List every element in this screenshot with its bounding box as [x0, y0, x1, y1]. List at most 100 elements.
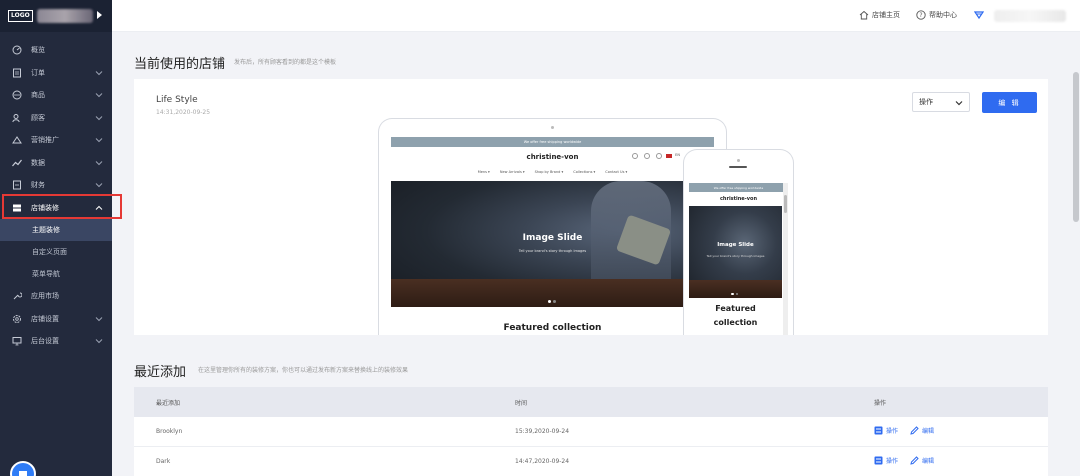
customers-icon	[12, 113, 22, 123]
help-center-link[interactable]: ? 帮助中心	[916, 10, 957, 20]
slide-dots	[731, 292, 738, 295]
theme-name-cell: Brooklyn	[156, 428, 183, 435]
sidebar-item-products[interactable]: 商品	[0, 84, 112, 107]
sidebar-item-admin-settings[interactable]: 后台设置	[0, 330, 112, 353]
theme-name: Life Style	[156, 95, 198, 105]
edit-theme-button[interactable]: 编 辑	[982, 92, 1037, 113]
table-row: Dark 14:47,2020-09-24 操作 编辑	[134, 447, 1048, 476]
chat-icon	[19, 471, 27, 476]
current-theme-title: 当前使用的店铺	[134, 57, 226, 72]
store-header: christine-von	[689, 192, 788, 206]
svg-text:?: ?	[919, 12, 922, 19]
slide-dot	[735, 292, 738, 295]
sidebar-item-label: 应用市场	[31, 292, 59, 301]
promo-bar: We offer free shipping worldwide	[689, 183, 788, 192]
logo: LOGO	[8, 10, 33, 22]
chat-support-button[interactable]	[10, 461, 36, 476]
page-scrollbar[interactable]	[1072, 32, 1080, 476]
sidebar-subitem-label: 菜单导航	[32, 270, 60, 278]
store-home-link[interactable]: 店铺主页	[859, 10, 900, 20]
current-theme-desc: 发布后，所有顾客看到的都是这个模板	[234, 59, 337, 66]
edit-label: 编辑	[921, 458, 934, 465]
chevron-down-icon	[95, 93, 103, 98]
sidebar-item-label: 后台设置	[31, 337, 59, 346]
header-icons	[632, 153, 662, 159]
sidebar-item-marketing[interactable]: 营销推广	[0, 129, 112, 152]
hero-subtitle: Tell your brand's story through images	[706, 254, 765, 258]
finance-icon	[12, 180, 22, 190]
sidebar-subitem-menu-nav[interactable]: 菜单导航	[0, 263, 112, 285]
sidebar-item-label: 店铺设置	[31, 314, 59, 323]
chevron-down-icon	[955, 101, 963, 106]
sidebar-item-store-settings[interactable]: 店铺设置	[0, 308, 112, 331]
edit-button[interactable]: 编辑	[910, 426, 934, 435]
chevron-down-icon	[95, 316, 103, 321]
hero-floor	[689, 280, 782, 298]
sidebar-item-overview[interactable]: 概览	[0, 39, 112, 62]
store-header: christine-von EN	[391, 147, 714, 167]
search-icon	[632, 153, 638, 159]
edit-label: 编辑	[921, 428, 934, 435]
promo-bar: We offer free shipping worldwide	[391, 137, 714, 147]
orders-icon	[12, 68, 22, 78]
user-account-blurred[interactable]	[994, 10, 1066, 22]
store-home-label: 店铺主页	[872, 11, 900, 19]
store-nav-item: New Arrivals ▾	[499, 170, 525, 174]
chevron-down-icon	[95, 138, 103, 143]
chevron-down-icon	[95, 183, 103, 188]
recent-desc: 在这里管理你所有的装修方案，你也可以通过发布新方案来替换线上的装修效果	[198, 367, 409, 374]
sidebar-item-label: 概览	[31, 46, 45, 55]
operate-button[interactable]: 操作	[874, 456, 898, 465]
operate-label: 操作	[886, 428, 899, 435]
products-icon	[12, 90, 22, 100]
annotation-highlight-box	[2, 194, 122, 219]
pencil-icon	[910, 456, 919, 465]
cart-icon	[656, 153, 662, 159]
sidebar-subitem-label: 主题装修	[32, 226, 60, 234]
actions-dropdown[interactable]: 操作	[912, 92, 970, 112]
store-name-blurred	[36, 9, 93, 23]
sidebar-item-orders[interactable]: 订单	[0, 62, 112, 85]
scrollbar-thumb[interactable]	[1073, 72, 1079, 222]
sidebar-item-customers[interactable]: 顾客	[0, 107, 112, 130]
sidebar-subitem-theme-design[interactable]: 主题装修	[0, 219, 112, 241]
store-brand: christine-von	[719, 196, 758, 202]
actions-cell: 操作 编辑	[874, 426, 944, 437]
sidebar-header: LOGO	[0, 0, 112, 32]
phone-scrollbar-thumb	[784, 195, 787, 213]
hero-slide-image: Image Slide Tell your brand's story thro…	[689, 206, 782, 298]
slide-dot	[548, 300, 551, 303]
sidebar-item-app-market[interactable]: 应用市场	[0, 285, 112, 308]
featured-line-2: collection	[713, 318, 758, 327]
tablet-camera	[551, 126, 554, 129]
theme-time: 14:31,2020-09-25	[156, 109, 211, 116]
phone-speaker	[729, 166, 747, 168]
help-icon: ?	[916, 10, 926, 20]
edit-button[interactable]: 编辑	[910, 456, 934, 465]
hero-title: Image Slide	[717, 242, 754, 248]
operate-button[interactable]: 操作	[874, 426, 898, 435]
marketing-icon	[12, 135, 22, 145]
chevron-down-icon	[95, 160, 103, 165]
chart-line-icon	[12, 158, 22, 168]
current-theme-card: Life Style 14:31,2020-09-25 操作 编 辑 We of…	[134, 79, 1048, 335]
gear-icon	[12, 314, 22, 324]
theme-time-cell: 14:47,2020-09-24	[515, 458, 570, 465]
sidebar-item-label: 商品	[31, 91, 45, 100]
help-center-label: 帮助中心	[929, 11, 957, 19]
hero-subtitle: Tell your brand's story through images	[518, 249, 587, 253]
chevron-down-icon	[95, 70, 103, 75]
sidebar-item-data[interactable]: 数据	[0, 152, 112, 175]
sidebar-subitem-custom-pages[interactable]: 自定义页面	[0, 241, 112, 263]
phone-scrollbar	[783, 183, 788, 335]
store-nav-item: Shop by Brand ▾	[534, 170, 564, 174]
sidebar-item-label: 数据	[31, 158, 45, 167]
phone-screen: We offer free shipping worldwide christi…	[689, 183, 788, 335]
language-label: EN	[675, 153, 680, 157]
dashboard-icon	[12, 45, 22, 55]
sidebar-toggle-icon[interactable]	[97, 11, 102, 19]
sidebar-subitem-label: 自定义页面	[32, 248, 67, 256]
col-header-time: 时间	[515, 399, 528, 407]
notification-icon-button[interactable]	[974, 10, 987, 20]
operate-icon	[874, 456, 883, 465]
